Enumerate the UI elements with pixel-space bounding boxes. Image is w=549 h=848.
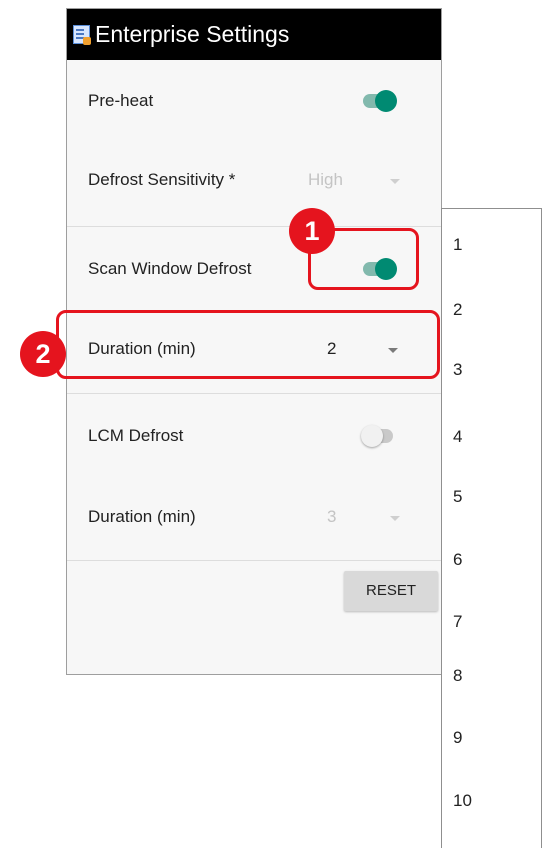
dropdown-option-3[interactable]: 3 — [453, 360, 462, 380]
callout-badge-1: 1 — [289, 208, 335, 254]
duration-dropdown-list: 1 2 3 4 5 6 7 8 9 10 — [441, 208, 542, 848]
dropdown-option-2[interactable]: 2 — [453, 300, 462, 320]
preheat-row[interactable]: Pre-heat — [67, 81, 441, 121]
title-bar: Enterprise Settings — [67, 9, 441, 60]
page-title: Enterprise Settings — [95, 21, 290, 47]
lcm-defrost-toggle[interactable] — [359, 421, 401, 451]
scan-window-defrost-label: Scan Window Defrost — [88, 259, 252, 278]
lcm-defrost-row[interactable]: LCM Defrost — [67, 416, 441, 456]
chevron-down-icon — [390, 179, 400, 184]
dropdown-option-10[interactable]: 10 — [453, 791, 472, 811]
dropdown-option-1[interactable]: 1 — [453, 235, 462, 255]
defrost-sensitivity-value: High — [308, 170, 343, 189]
toggle-thumb — [361, 425, 383, 447]
dropdown-option-5[interactable]: 5 — [453, 487, 462, 507]
dropdown-option-9[interactable]: 9 — [453, 728, 462, 748]
defrost-sensitivity-label: Defrost Sensitivity * — [88, 170, 236, 189]
chevron-down-icon — [390, 516, 400, 521]
defrost-sensitivity-row: Defrost Sensitivity * High — [67, 160, 441, 200]
dropdown-option-6[interactable]: 6 — [453, 550, 462, 570]
settings-app-icon — [73, 25, 91, 45]
divider — [67, 560, 441, 561]
lcm-defrost-label: LCM Defrost — [88, 426, 184, 445]
preheat-label: Pre-heat — [88, 91, 154, 110]
callout-box-2 — [56, 310, 440, 379]
dropdown-option-8[interactable]: 8 — [453, 666, 462, 686]
dropdown-option-4[interactable]: 4 — [453, 427, 462, 447]
reset-button[interactable]: RESET — [344, 571, 438, 611]
lcm-duration-value: 3 — [327, 507, 337, 526]
lcm-duration-row: Duration (min) 3 — [67, 497, 441, 537]
divider — [67, 226, 441, 227]
preheat-toggle[interactable] — [359, 86, 401, 116]
callout-badge-2: 2 — [20, 331, 66, 377]
divider — [67, 393, 441, 394]
lcm-duration-label: Duration (min) — [88, 507, 196, 526]
dropdown-option-7[interactable]: 7 — [453, 612, 462, 632]
toggle-thumb — [375, 90, 397, 112]
